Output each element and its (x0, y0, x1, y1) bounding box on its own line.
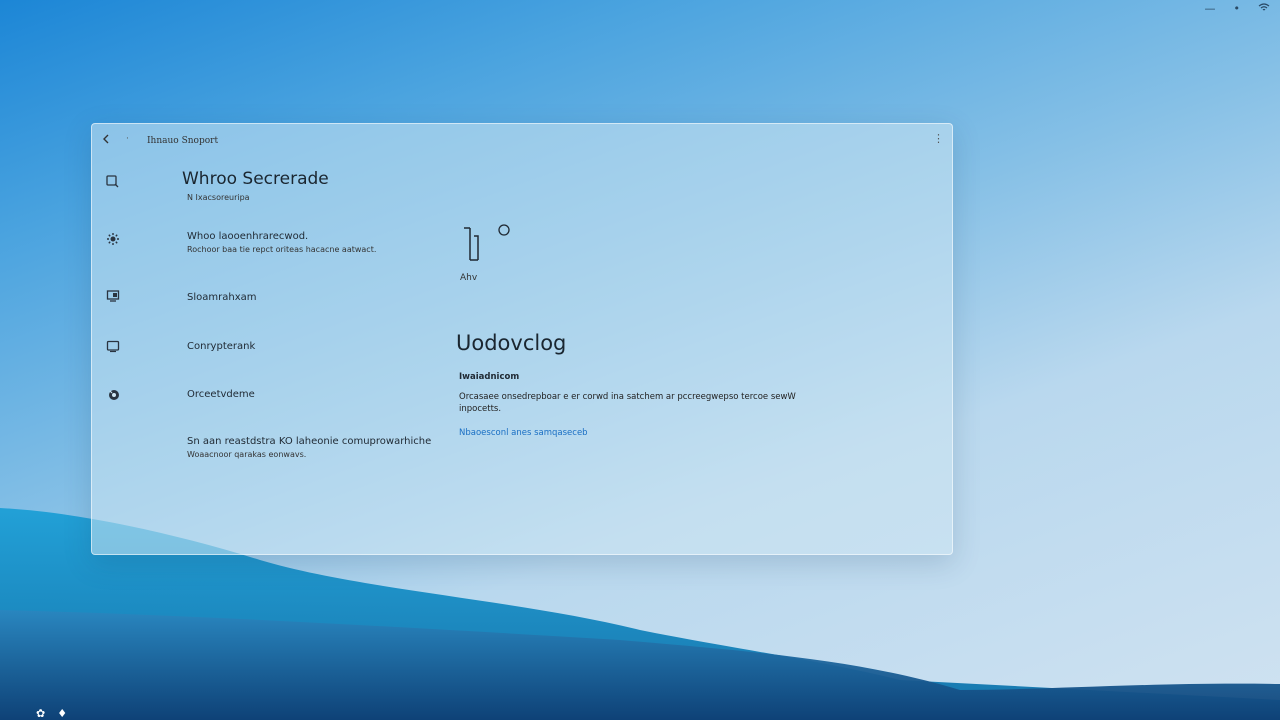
tray-top: — • (1205, 2, 1271, 15)
nav-item-0[interactable]: Whoo laooenhrarecwod. Rochoor baa tie re… (187, 231, 376, 254)
dot-icon: · (126, 134, 129, 144)
section-title: Uodovclog (456, 331, 567, 355)
nav-item-label: Sloamrahxam (187, 292, 257, 303)
nav-item-label: Sn aan reastdstra KO laheonie comuprowar… (187, 436, 432, 447)
page-title: Whroo Secrerade (182, 169, 329, 189)
settings-icon (106, 388, 122, 404)
section-link[interactable]: Nbaoesconl anes samqaseceb (459, 428, 588, 438)
window-title: Ihnauo Snoport (147, 136, 219, 146)
section-description: Orcasaee onsedrepboar e er corwd ina sat… (459, 392, 796, 414)
page-subtitle: N Ixacsoreuripa (187, 193, 250, 202)
more-icon[interactable]: • (1234, 2, 1241, 15)
back-arrow-icon[interactable] (100, 133, 116, 149)
minimize-icon[interactable]: — (1205, 2, 1216, 15)
device-icon (464, 224, 510, 261)
settings-window: · Ihnauo Snoport ⋮ Whroo Secrerade N Ixa… (91, 123, 953, 555)
nav-item-sublabel: Rochoor baa tie repct oriteas hacacne aa… (187, 245, 377, 254)
nav-item-1[interactable]: Sloamrahxam (187, 292, 256, 303)
more-icon[interactable]: ⋮ (933, 132, 944, 145)
wifi-icon[interactable] (1258, 2, 1270, 15)
nav-item-2[interactable]: Conrypterank (187, 341, 255, 352)
section-heading: Iwaiadnicom (459, 372, 520, 382)
nav-item-label: Conrypterank (187, 341, 256, 352)
gear-icon[interactable]: ✿ (36, 707, 45, 720)
nav-item-3[interactable]: Orceetvdeme (187, 389, 255, 400)
window-icon (105, 339, 121, 355)
nav-item-4[interactable]: Sn aan reastdstra KO laheonie comuprowar… (187, 436, 431, 459)
status-label: Ahv (460, 273, 478, 283)
desktop: — • · Ihnauo Snoport ⋮ Whroo Secrerade N… (0, 0, 1280, 720)
monitor-icon (105, 289, 121, 305)
taskbar: ✿ ♦ (36, 707, 67, 720)
nav-item-label: Whoo laooenhrarecwod. (187, 231, 309, 242)
gear-icon (105, 232, 121, 248)
nav-item-sublabel: Woaacnoor qarakas eonwavs. (187, 450, 307, 459)
nav-item-label: Orceetvdeme (187, 389, 255, 400)
titlebar: · Ihnauo Snoport ⋮ (92, 124, 952, 158)
search-icon (104, 174, 120, 190)
pin-icon[interactable]: ♦ (57, 707, 67, 720)
